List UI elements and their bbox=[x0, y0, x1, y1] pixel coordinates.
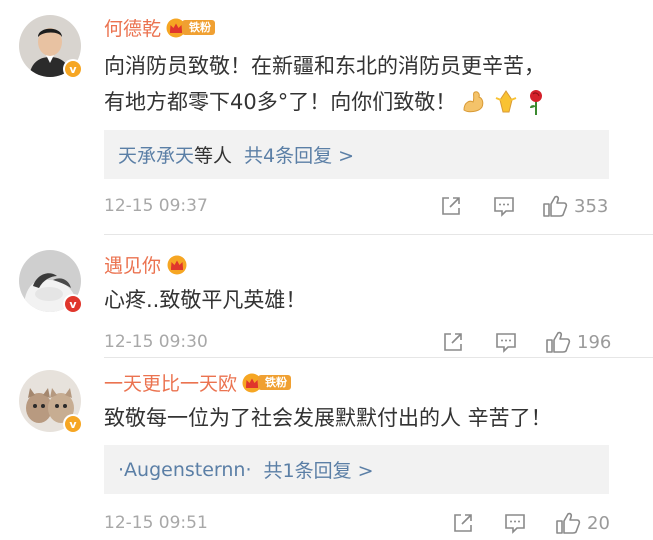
comment-icon bbox=[496, 333, 516, 353]
like-count: 196 bbox=[577, 331, 612, 353]
avatar[interactable]: v bbox=[19, 370, 83, 434]
reply-etc: 等人 bbox=[194, 145, 233, 167]
reply-count-link[interactable]: 共4条回复 > bbox=[244, 141, 354, 168]
comment-icon bbox=[494, 197, 514, 217]
fan-badge-label: 铁粉 bbox=[182, 20, 216, 35]
comment-button[interactable] bbox=[495, 329, 517, 355]
verified-badge: v bbox=[63, 414, 83, 434]
comment-button[interactable] bbox=[493, 193, 515, 219]
comment-text-line: 心疼..致敬平凡英雄！ bbox=[104, 288, 307, 312]
pray-icon bbox=[495, 90, 517, 113]
like-count: 353 bbox=[574, 195, 609, 217]
comment-author[interactable]: 何德乾 铁粉 bbox=[104, 14, 216, 41]
timestamp: 12-15 09:37 bbox=[104, 196, 208, 216]
reply-preview[interactable]: ·Augensternn· 共1条回复 > bbox=[104, 445, 609, 494]
avatar[interactable]: v bbox=[19, 250, 83, 314]
comment-text: 心疼..致敬平凡英雄！ bbox=[104, 282, 624, 318]
thumbs-up-icon bbox=[546, 331, 571, 353]
share-icon bbox=[444, 333, 462, 351]
divider bbox=[104, 357, 653, 358]
comment-text: 致敬每一位为了社会发展默默付出的人 辛苦了！ bbox=[104, 400, 624, 436]
timestamp: 12-15 09:30 bbox=[104, 332, 208, 352]
comment-text-line: 有地方都零下40多°了！向你们致敬！ bbox=[104, 84, 624, 120]
comment-author[interactable]: 一天更比一天欧 铁粉 bbox=[104, 369, 292, 396]
avatar[interactable]: v bbox=[19, 15, 83, 79]
verified-badge: v bbox=[63, 59, 83, 79]
comment-text: 向消防员致敬！在新疆和东北的消防员更辛苦， 有地方都零下40多°了！向你们致敬！ bbox=[104, 48, 624, 120]
username[interactable]: 遇见你 bbox=[104, 251, 161, 278]
comment-text-line: 向消防员致敬！在新疆和东北的消防员更辛苦， bbox=[104, 54, 545, 78]
comment-icon bbox=[505, 514, 525, 534]
timestamp: 12-15 09:51 bbox=[104, 513, 208, 533]
comment-author[interactable]: 遇见你 bbox=[104, 251, 188, 278]
crown-icon bbox=[167, 255, 187, 274]
verified-badge: v bbox=[63, 294, 83, 314]
username[interactable]: 一天更比一天欧 bbox=[104, 369, 237, 396]
reply-author-link[interactable]: ·Augensternn· bbox=[118, 459, 252, 481]
thumbs-up-icon bbox=[556, 512, 581, 534]
verified-v-icon: v bbox=[65, 416, 81, 432]
comment-button[interactable] bbox=[504, 510, 526, 536]
fan-badge: 铁粉 bbox=[165, 18, 216, 38]
comment-meta: 12-15 09:51 20 bbox=[104, 510, 624, 536]
reply-count-link[interactable]: 共1条回复 > bbox=[264, 456, 374, 483]
thumbs-up-icon bbox=[543, 195, 568, 217]
like-button[interactable]: 20 bbox=[555, 510, 610, 536]
divider bbox=[104, 234, 653, 235]
share-button[interactable] bbox=[442, 329, 464, 355]
verified-v-icon: v bbox=[65, 61, 81, 77]
muscle-icon bbox=[463, 91, 484, 113]
like-button[interactable]: 353 bbox=[542, 193, 608, 219]
share-icon bbox=[442, 197, 460, 215]
share-button[interactable] bbox=[440, 193, 462, 219]
like-count: 20 bbox=[587, 512, 610, 534]
comment-text-line: 致敬每一位为了社会发展默默付出的人 辛苦了！ bbox=[104, 406, 552, 430]
rose-icon bbox=[530, 90, 543, 115]
username[interactable]: 何德乾 bbox=[104, 14, 161, 41]
comment-text-line-content: 有地方都零下40多°了！向你们致敬！ bbox=[104, 90, 457, 114]
reply-author-link[interactable]: 天承承天 bbox=[118, 141, 194, 168]
reply-preview[interactable]: 天承承天 等人 共4条回复 > bbox=[104, 130, 609, 179]
verified-v-icon: v bbox=[65, 296, 81, 312]
comment-meta: 12-15 09:37 353 bbox=[104, 193, 624, 219]
like-button[interactable]: 196 bbox=[545, 329, 611, 355]
share-icon bbox=[454, 514, 472, 532]
share-button[interactable] bbox=[452, 510, 474, 536]
fan-badge: 铁粉 bbox=[241, 373, 292, 393]
comment-meta: 12-15 09:30 196 bbox=[104, 329, 624, 355]
fan-badge-label: 铁粉 bbox=[258, 375, 292, 390]
